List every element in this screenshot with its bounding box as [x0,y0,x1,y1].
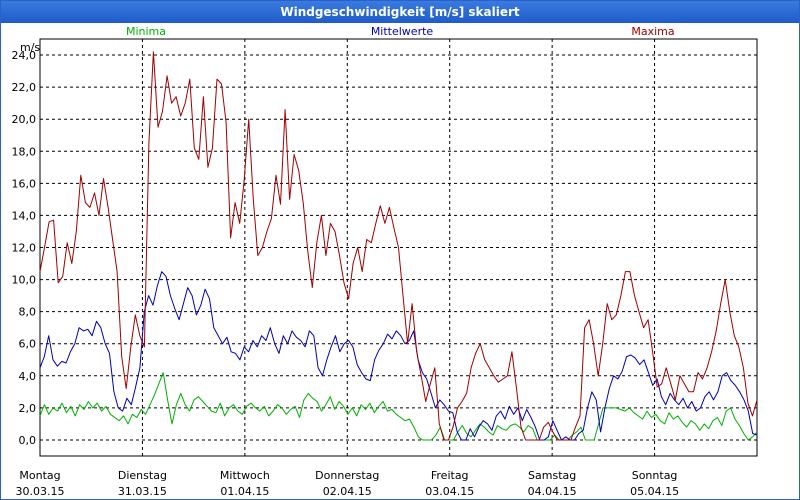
x-day-label: Freitag [431,469,469,482]
y-tick-label: 20,0 [12,113,37,126]
series-lines [39,51,758,441]
x-date-label: 31.03.15 [118,485,167,498]
x-date-label: 05.04.15 [630,485,679,498]
x-date-label: 03.04.15 [425,485,474,498]
y-axis-ticks: 0,0 2,0 4,0 6,0 8,0 10,0 12,0 14,0 16,0 18,0 20,0 2… [12,49,37,447]
x-date-label: 01.04.15 [220,485,269,498]
y-axis-unit: m/s [20,41,40,54]
y-tick-label: 0,0 [19,434,37,447]
y-tick-label: 10,0 [12,274,37,287]
y-tick-label: 2,0 [19,402,37,415]
legend-mittelwerte: Mittelwerte [371,25,434,38]
y-tick-label: 16,0 [12,177,37,190]
series-maxima [39,51,758,441]
legend-minima: Minima [126,25,166,38]
x-day-label: Montag [19,469,60,482]
x-date-label: 30.03.15 [16,485,65,498]
y-tick-label: 18,0 [12,145,37,158]
y-tick-label: 14,0 [12,209,37,222]
legend-maxima: Maxima [631,25,674,38]
y-tick-label: 22,0 [12,81,37,94]
chart-window: Windgeschwindigkeit [m/s] skaliert 0,0 2,… [0,0,800,500]
wind-chart: 0,0 2,0 4,0 6,0 8,0 10,0 12,0 14,0 16,0 18,0 20,0 2… [12,25,758,498]
x-day-label: Dienstag [118,469,167,482]
y-tick-label: 4,0 [19,370,37,383]
x-date-label: 02.04.15 [323,485,372,498]
x-date-label: 04.04.15 [528,485,577,498]
x-day-label: Mittwoch [220,469,270,482]
x-day-label: Sonntag [632,469,678,482]
x-day-label: Samstag [528,469,576,482]
y-tick-label: 6,0 [19,338,37,351]
series-minima [39,372,758,441]
y-tick-label: 8,0 [19,306,37,319]
y-tick-label: 12,0 [12,242,37,255]
x-day-label: Donnerstag [315,469,379,482]
x-axis-labels: Montag 30.03.15 Dienstag 31.03.15 Mittwoch 01… [16,469,680,498]
